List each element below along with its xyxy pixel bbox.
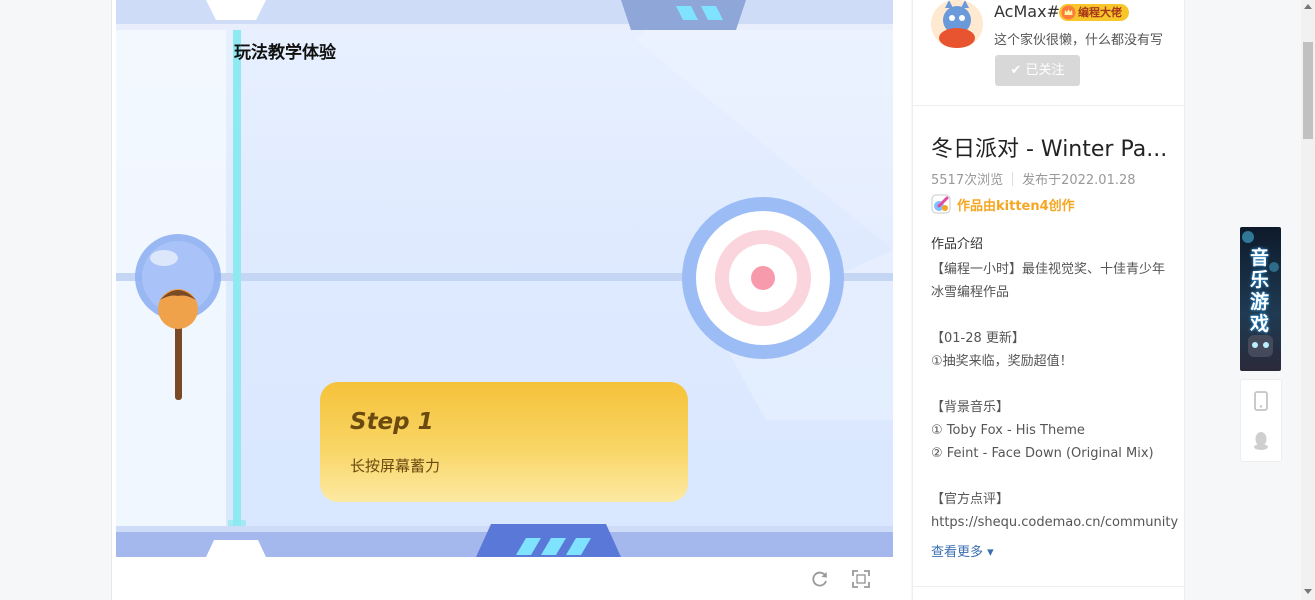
description-line <box>931 373 1171 396</box>
work-description: 【编程一小时】最佳视觉奖、十佳青少年 冰雪编程作品 【01-28 更新】 ①抽奖… <box>931 258 1178 534</box>
step-instruction: 长按屏幕蓄力 <box>350 457 441 475</box>
floating-toolbar <box>1240 379 1282 462</box>
description-line: ② Feint - Face Down (Original Mix) <box>931 446 1154 461</box>
avatar-image <box>931 0 983 48</box>
view-count: 5517次浏览 <box>931 173 1004 188</box>
scroll-up-arrow[interactable] <box>1304 4 1312 9</box>
description-line: 【编程一小时】最佳视觉奖、十佳青少年 <box>931 262 1166 277</box>
step-title: Step 1 <box>350 409 434 435</box>
description-line: 【背景音乐】 <box>931 400 1010 415</box>
tutorial-step-card: Step 1 长按屏幕蓄力 <box>320 382 688 502</box>
fullscreen-icon[interactable] <box>851 569 871 589</box>
intro-heading: 作品介绍 <box>931 237 984 252</box>
kitten-icon <box>931 194 951 214</box>
scroll-down-arrow[interactable] <box>1304 589 1312 594</box>
crown-icon <box>1061 5 1076 20</box>
author-name[interactable]: AcMax# <box>994 2 1060 21</box>
scrollbar-thumb[interactable] <box>1303 42 1313 139</box>
description-line <box>931 465 1171 488</box>
rank-badge: 编程大佬 <box>1059 4 1129 21</box>
description-line: 【01-28 更新】 <box>931 331 1025 346</box>
avatar[interactable] <box>931 0 983 48</box>
banner-text: 音乐游戏 <box>1250 247 1270 335</box>
made-with-label: 作品由kitten4创作 <box>957 199 1075 214</box>
description-line: ①抽奖来临，奖励超值！ <box>931 354 1073 369</box>
description-line: 冰雪编程作品 <box>931 285 1010 300</box>
page-scrollbar[interactable] <box>1301 0 1315 600</box>
publish-date: 发布于2022.01.28 <box>1022 173 1136 188</box>
meta-divider <box>1012 172 1014 186</box>
game-stage[interactable]: 玩法教学体验 Step 1 长按屏幕蓄力 <box>116 0 893 557</box>
sidebar-divider <box>913 586 1184 587</box>
work-meta: 5517次浏览 发布于2022.01.28 <box>931 169 1136 188</box>
follow-button[interactable]: ✔ 已关注 <box>995 55 1080 86</box>
mobile-icon[interactable] <box>1253 391 1269 411</box>
badge-label: 编程大佬 <box>1078 6 1122 19</box>
description-line <box>931 304 1171 327</box>
description-line: 【官方点评】 <box>931 492 1010 507</box>
work-title: 冬日派对 - Winter Pa... <box>931 137 1168 162</box>
author-bio: 这个家伙很懒，什么都没有写 <box>994 33 1164 48</box>
refresh-icon[interactable] <box>810 569 830 589</box>
description-line: ① Toby Fox - His Theme <box>931 423 1085 438</box>
work-sidebar: AcMax# 编程大佬 这个家伙很懒，什么都没有写 ✔ 已关注 冬日派对 - W… <box>912 0 1185 600</box>
music-game-banner[interactable]: 音乐游戏 <box>1240 227 1281 371</box>
qq-icon[interactable] <box>1253 431 1269 451</box>
see-more-link[interactable]: 查看更多 ▾ <box>931 541 994 560</box>
description-line[interactable]: https://shequ.codemao.cn/community <box>931 511 1178 534</box>
game-heading: 玩法教学体验 <box>234 43 336 63</box>
author-info: AcMax# 编程大佬 这个家伙很懒，什么都没有写 ✔ 已关注 <box>913 0 1184 106</box>
player-toolbar <box>116 557 893 600</box>
